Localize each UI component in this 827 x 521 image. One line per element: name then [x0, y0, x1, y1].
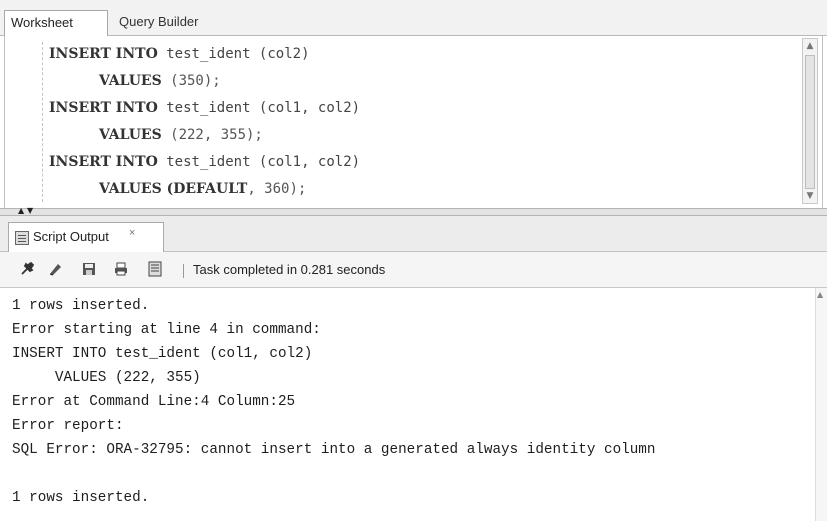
sql-editor[interactable]: INSERT INTO test_ident (col2) VALUES (35… — [4, 36, 823, 208]
close-icon[interactable]: × — [129, 227, 135, 239]
tab-script-output[interactable]: Script Output × — [8, 222, 164, 252]
output-line: VALUES (222, 355) — [12, 370, 201, 386]
print-icon[interactable] — [112, 261, 130, 279]
editor-vertical-scrollbar[interactable]: ▲ ▼ — [802, 38, 818, 204]
code-line: VALUES (DEFAULT, 360); — [99, 181, 307, 197]
script-output-icon — [15, 231, 29, 245]
collapse-down-icon[interactable]: ▼ — [27, 207, 33, 215]
pane-splitter[interactable]: ▲ ▼ — [0, 207, 827, 216]
script-output-text-area[interactable]: 1 rows inserted. Error starting at line … — [0, 288, 827, 521]
output-line: Error report: — [12, 418, 124, 434]
scroll-down-arrow-icon[interactable]: ▼ — [803, 189, 817, 203]
output-vertical-scrollbar[interactable]: ▲ — [815, 288, 827, 521]
code-line: INSERT INTO test_ident (col1, col2) — [49, 100, 361, 116]
output-line: Error starting at line 4 in command: — [12, 322, 321, 338]
script-output-tab-bar: Script Output × — [0, 216, 827, 252]
code-line: INSERT INTO test_ident (col1, col2) — [49, 154, 361, 170]
code-line: VALUES (222, 355); — [99, 127, 263, 143]
output-line: Error at Command Line:4 Column:25 — [12, 394, 296, 410]
tab-query-builder[interactable]: Query Builder — [113, 10, 204, 36]
document-icon[interactable] — [146, 261, 164, 279]
collapse-up-icon[interactable]: ▲ — [18, 207, 24, 215]
scroll-up-arrow-icon[interactable]: ▲ — [817, 290, 823, 299]
code-line: INSERT INTO test_ident (col2) — [49, 46, 310, 62]
task-status-text: Task completed in 0.281 seconds — [193, 262, 386, 277]
save-icon[interactable] — [80, 261, 98, 279]
output-line: 1 rows inserted. — [12, 490, 150, 506]
editor-scroll-thumb[interactable] — [805, 55, 815, 189]
eraser-icon[interactable] — [46, 261, 64, 279]
scroll-up-arrow-icon[interactable]: ▲ — [803, 39, 817, 53]
script-output-toolbar: Task completed in 0.281 seconds — [0, 252, 827, 288]
output-line: INSERT INTO test_ident (col1, col2) — [12, 346, 313, 362]
toolbar-separator — [183, 264, 184, 278]
editor-gutter — [42, 42, 43, 202]
script-output-label: Script Output — [33, 229, 109, 244]
tab-worksheet[interactable]: Worksheet — [4, 10, 108, 36]
code-line: VALUES (350); — [99, 73, 221, 89]
worksheet-tab-bar: Worksheet Query Builder — [0, 0, 827, 36]
output-line: SQL Error: ORA-32795: cannot insert into… — [12, 442, 656, 458]
output-line: 1 rows inserted. — [12, 298, 150, 314]
pin-icon[interactable] — [18, 261, 36, 279]
